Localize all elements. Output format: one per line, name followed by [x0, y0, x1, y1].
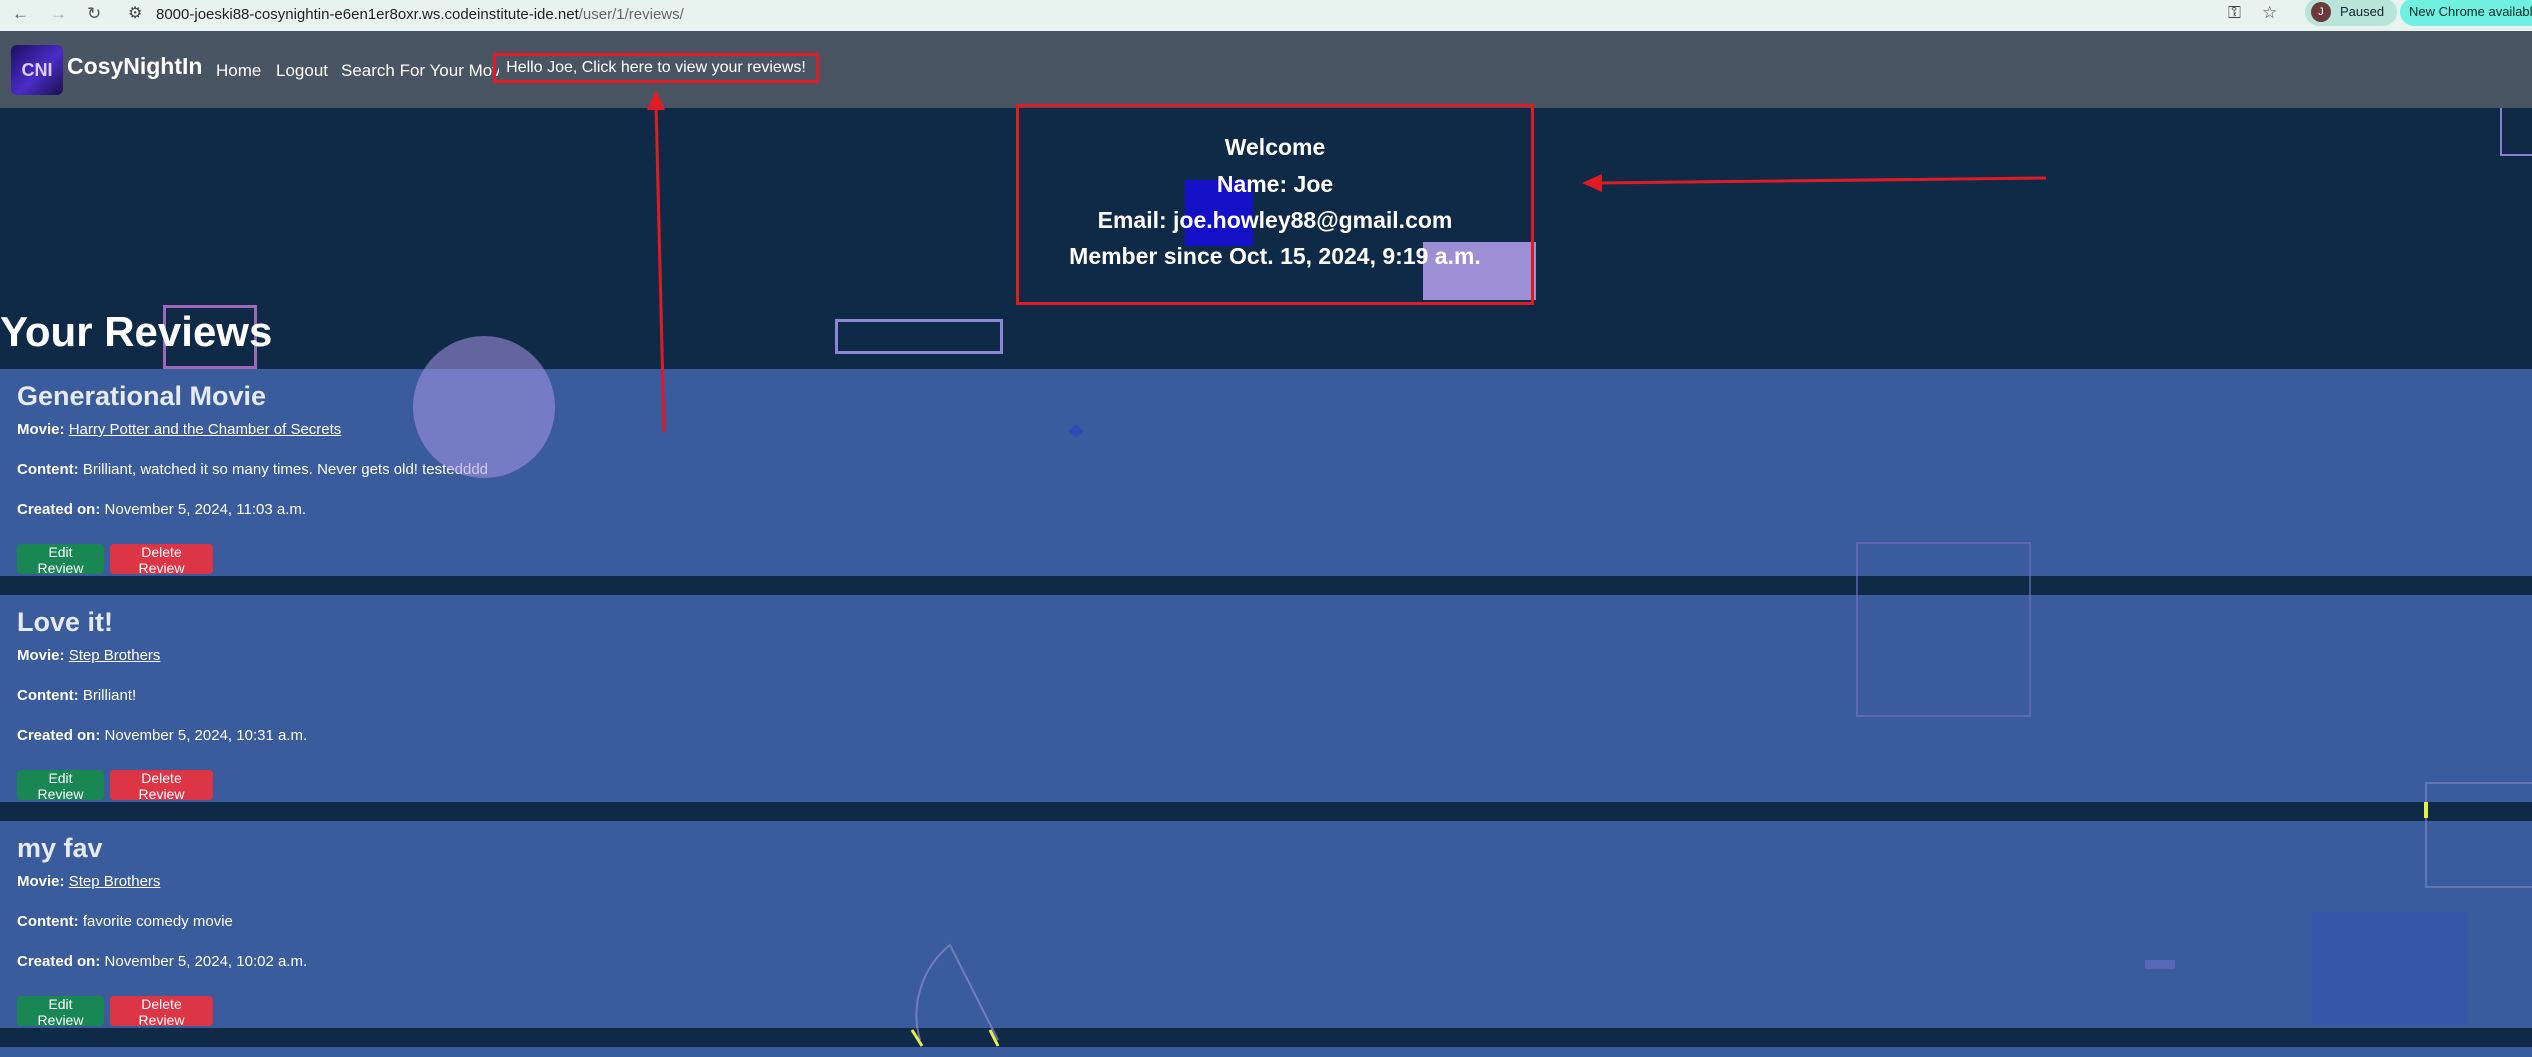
review-content: Content: Brilliant! [17, 687, 136, 704]
bookmark-star-icon[interactable]: ☆ [2262, 3, 2277, 23]
welcome-member-since: Member since Oct. 15, 2024, 9:19 a.m. [1069, 243, 1481, 269]
welcome-title: Welcome [1224, 134, 1326, 160]
welcome-name: Name: Joe [1216, 171, 1334, 197]
content-text: Brilliant, watched it so many times. Nev… [82, 461, 489, 478]
content-text: favorite comedy movie [82, 913, 233, 930]
decorative-square [2500, 108, 2532, 156]
annotation-arrow-line [1597, 176, 2047, 185]
review-title: my fav [17, 833, 103, 863]
profile-status: Paused [2340, 4, 2385, 19]
nav-home-link[interactable]: Home [216, 61, 261, 81]
review-content: Content: favorite comedy movie [17, 913, 233, 930]
decorative-square [2312, 912, 2467, 1024]
movie-link[interactable]: Harry Potter and the Chamber of Secrets [69, 421, 342, 438]
movie-label: Movie: [17, 421, 65, 438]
annotation-arrowhead [1582, 174, 1602, 192]
review-content: Content: Brilliant, watched it so many t… [17, 461, 488, 478]
edit-review-button[interactable]: Edit Review [17, 770, 104, 802]
decorative-square [1856, 542, 2031, 717]
forward-icon[interactable]: → [50, 4, 67, 24]
reviews-heading: Your Reviews [0, 308, 273, 355]
delete-review-button[interactable]: Delete Review [110, 996, 213, 1028]
address-bar[interactable]: 8000-joeski88-cosynightin-e6en1er8oxr.ws… [156, 6, 684, 23]
browser-toolbar: ← → ↻ ⚙ 8000-joeski88-cosynightin-e6en1e… [0, 0, 2532, 31]
nav-search-link[interactable]: Search For Your Movie [341, 61, 499, 81]
movie-label: Movie: [17, 647, 65, 664]
review-card: Love it! Movie: Step Brothers Content: B… [0, 595, 2532, 802]
welcome-email: Email: joe.howley88@gmail.com [1097, 207, 1453, 233]
created-date: November 5, 2024, 10:02 a.m. [104, 953, 308, 970]
review-card [0, 1047, 2532, 1057]
delete-review-button[interactable]: Delete Review [110, 544, 213, 576]
edit-review-button[interactable]: Edit Review [17, 996, 104, 1028]
review-created: Created on: November 5, 2024, 10:31 a.m. [17, 727, 307, 744]
url-host: 8000-joeski88-cosynightin-e6en1er8oxr.ws… [156, 6, 579, 23]
url-path: /user/1/reviews/ [578, 6, 684, 23]
brand-name[interactable]: CosyNightIn [67, 53, 202, 80]
site-navbar: CNI CosyNightIn Home Logout Search For Y… [0, 31, 2532, 108]
site-logo[interactable]: CNI [11, 45, 63, 95]
decorative-mark [988, 1029, 1000, 1047]
nav-logout-link[interactable]: Logout [276, 61, 328, 81]
content-label: Content: [17, 461, 79, 478]
review-movie: Movie: Step Brothers [17, 647, 160, 664]
reload-icon[interactable]: ↻ [87, 4, 101, 24]
profile-button[interactable]: J Paused [2305, 0, 2397, 26]
review-created: Created on: November 5, 2024, 11:03 a.m. [17, 501, 306, 518]
delete-review-button[interactable]: Delete Review [110, 770, 213, 802]
review-title: Love it! [17, 607, 114, 637]
created-label: Created on: [17, 501, 101, 518]
created-date: November 5, 2024, 11:03 a.m. [104, 501, 307, 518]
update-label: New Chrome available [2409, 4, 2532, 19]
nav-greeting-reviews-link[interactable]: Hello Joe, Click here to view your revie… [493, 53, 819, 83]
site-info-icon[interactable]: ⚙ [128, 3, 142, 23]
movie-link[interactable]: Step Brothers [69, 873, 161, 890]
review-title: Generational Movie [17, 381, 267, 411]
decorative-mark [910, 1029, 924, 1047]
created-label: Created on: [17, 953, 101, 970]
review-movie: Movie: Harry Potter and the Chamber of S… [17, 421, 341, 438]
password-key-icon[interactable]: ⚿ [2228, 3, 2241, 23]
review-created: Created on: November 5, 2024, 10:02 a.m. [17, 953, 307, 970]
movie-label: Movie: [17, 873, 65, 890]
decorative-circle [413, 336, 555, 478]
content-label: Content: [17, 687, 79, 704]
content-label: Content: [17, 913, 79, 930]
created-date: November 5, 2024, 10:31 a.m. [104, 727, 308, 744]
movie-link[interactable]: Step Brothers [69, 647, 161, 664]
review-card: my fav Movie: Step Brothers Content: fav… [0, 821, 2532, 1028]
back-icon[interactable]: ← [12, 4, 29, 24]
created-label: Created on: [17, 727, 101, 744]
decorative-mark [2424, 802, 2428, 818]
chrome-update-button[interactable]: New Chrome available [2400, 0, 2532, 26]
decorative-square [2425, 782, 2532, 888]
decorative-rectangle [835, 319, 1003, 354]
review-card: Generational Movie Movie: Harry Potter a… [0, 369, 2532, 576]
welcome-panel: Welcome Name: Joe Email: joe.howley88@gm… [1016, 104, 1534, 305]
review-movie: Movie: Step Brothers [17, 873, 160, 890]
avatar: J [2311, 2, 2331, 22]
edit-review-button[interactable]: Edit Review [17, 544, 104, 576]
content-text: Brilliant! [82, 687, 137, 704]
decorative-bar [2145, 960, 2175, 969]
